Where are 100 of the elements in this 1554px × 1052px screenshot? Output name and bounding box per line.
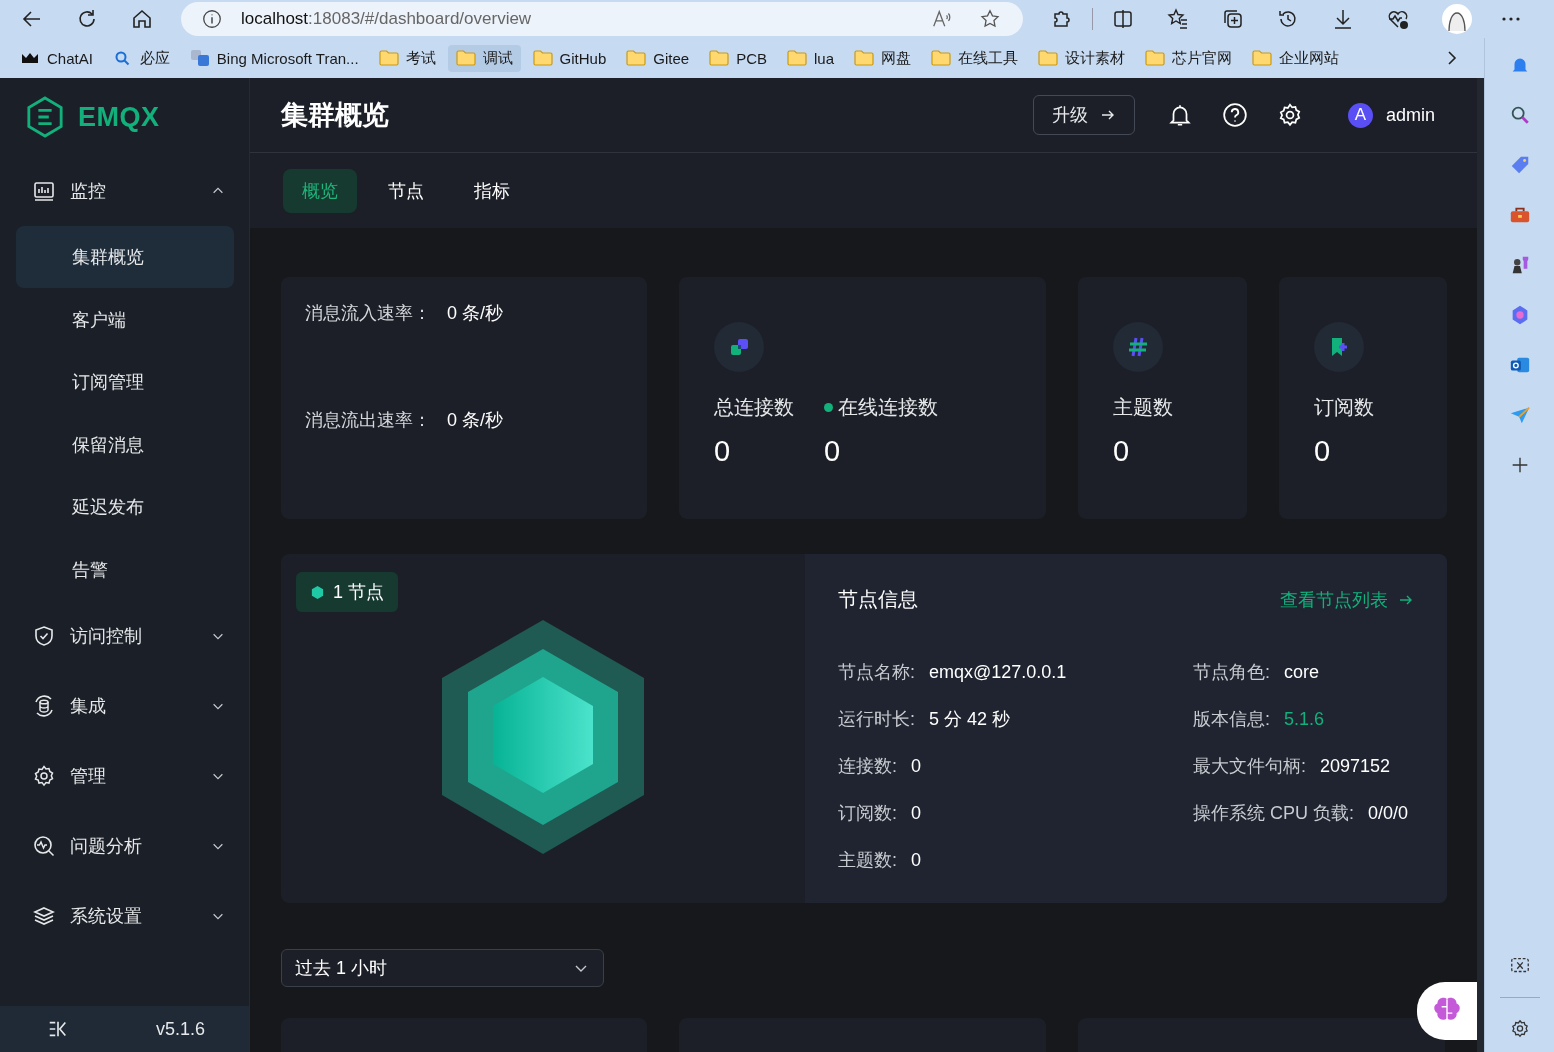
monitor-icon [32, 179, 56, 203]
menu-item[interactable]: 集群概览 [16, 226, 234, 288]
folder-icon [709, 50, 730, 66]
rate-value: 0 条/秒 [447, 409, 503, 432]
field-label: 操作系统 CPU 负载: [1193, 802, 1354, 825]
bookmark[interactable]: 考试 [370, 44, 444, 72]
user-name[interactable]: admin [1385, 104, 1435, 126]
page-title: 集群概览 [281, 99, 389, 132]
stat-value: 0 [1314, 435, 1332, 468]
gear-icon [32, 763, 56, 788]
panel-title: 节点信息 [838, 587, 918, 612]
field-value: core [1284, 661, 1320, 683]
folder-icon [626, 50, 647, 66]
database-icon [32, 693, 56, 718]
url-path: :18083/#/dashboard/overview [308, 9, 532, 29]
field-value: 5.1.6 [1284, 708, 1325, 730]
home-icon[interactable] [130, 7, 154, 31]
folder-icon [1038, 50, 1058, 66]
bookmark[interactable]: 必应 [104, 44, 178, 72]
menu-group[interactable]: 管理 [0, 740, 249, 811]
bookmark-plus-icon [1314, 322, 1364, 372]
menu-item[interactable]: 保留消息 [16, 413, 234, 476]
field-label: 订阅数: [838, 802, 897, 825]
bookmark[interactable]: 企业网站 [1244, 44, 1347, 72]
menu-group[interactable]: 监控 [0, 156, 249, 226]
assistant-button[interactable] [1417, 982, 1477, 1040]
bookmark[interactable]: PCB [701, 45, 775, 71]
stat-value: 0 [714, 435, 732, 468]
tab[interactable]: 概览 [283, 168, 357, 213]
field-label: 最大文件句柄: [1193, 755, 1306, 778]
bookmark[interactable]: GitHub [524, 45, 615, 71]
bookmark[interactable]: 在线工具 [923, 44, 1026, 72]
menu-group[interactable]: 访问控制 [0, 600, 249, 671]
scrollbar[interactable] [1477, 78, 1484, 1052]
upgrade-button[interactable]: 升级 [1032, 95, 1135, 135]
menu-item[interactable]: 延迟发布 [16, 476, 234, 539]
tab[interactable]: 指标 [455, 168, 529, 213]
bookmark[interactable]: ChatAI [12, 45, 101, 71]
field-label: 运行时长: [838, 708, 915, 731]
stat-label: 在线连接数 [838, 395, 938, 420]
node-list-link[interactable]: 查看节点列表 [1280, 587, 1414, 612]
menu-item[interactable]: 订阅管理 [16, 351, 234, 414]
folder-icon [455, 50, 476, 66]
field-value: 0/0/0 [1368, 802, 1409, 824]
stat-label: 主题数 [1113, 395, 1173, 420]
folder-icon [1145, 50, 1165, 66]
logo-icon [26, 96, 64, 138]
field-value: 0 [911, 849, 922, 871]
field-value: emqx@127.0.0.1 [929, 661, 1067, 683]
star-icon[interactable] [979, 8, 1001, 30]
bookmark[interactable]: 设计素材 [1030, 44, 1133, 72]
folder-icon [1252, 50, 1272, 66]
field-label: 主题数: [838, 849, 897, 872]
menu-group[interactable]: 系统设置 [0, 880, 249, 951]
version-label: v5.1.6 [155, 1018, 205, 1040]
rate-label: 消息流出速率： [305, 409, 431, 432]
bookmark[interactable]: 调试 [447, 44, 521, 72]
split-screen-icon[interactable] [1111, 7, 1135, 31]
folder-icon [786, 50, 807, 66]
field-label: 节点名称: [838, 661, 915, 684]
folder-icon [532, 50, 553, 66]
time-range-select[interactable]: 过去 1 小时 [281, 949, 604, 987]
url-host: localhost [241, 9, 309, 29]
connections-icon [714, 322, 764, 372]
menu-group[interactable]: 问题分析 [0, 810, 249, 881]
bookmark[interactable]: Gitee [618, 45, 698, 71]
field-value: 0 [911, 802, 922, 824]
favorites-icon[interactable] [1166, 7, 1190, 31]
magnifier-pulse-icon [32, 833, 56, 858]
info-icon[interactable] [201, 8, 223, 30]
field-label: 连接数: [838, 755, 897, 778]
folder-icon [931, 50, 951, 66]
user-avatar[interactable]: A [1347, 102, 1373, 128]
menu-item[interactable]: 告警 [16, 538, 234, 601]
node-count-badge: 1 节点 [296, 572, 398, 612]
field-value: 0 [911, 755, 922, 777]
shield-icon [32, 623, 56, 648]
address-bar[interactable]: localhost:18083/#/dashboard/overview [181, 2, 1023, 36]
help-icon[interactable] [1221, 102, 1248, 128]
stat-label: 总连接数 [714, 395, 794, 420]
menu-group[interactable]: 集成 [0, 670, 249, 741]
folder-icon [854, 50, 874, 66]
rate-label: 消息流入速率： [305, 302, 431, 325]
stat-label: 订阅数 [1314, 395, 1374, 420]
menu-item[interactable]: 客户端 [16, 288, 234, 351]
profile-avatar-icon[interactable] [1441, 3, 1473, 35]
collections-icon[interactable] [1221, 7, 1245, 31]
field-label: 版本信息: [1193, 708, 1270, 731]
bookmark[interactable]: 芯片官网 [1137, 44, 1240, 72]
stat-value: 0 [1113, 435, 1131, 468]
field-label: 节点角色: [1193, 661, 1270, 684]
field-value: 2097152 [1320, 755, 1391, 777]
stat-value: 0 [824, 435, 842, 468]
bookmark[interactable]: 网盘 [846, 44, 919, 72]
tab[interactable]: 节点 [369, 168, 443, 213]
bookmark[interactable]: Bing Microsoft Tran... [181, 45, 367, 71]
logo-text: EMQX [78, 101, 160, 133]
field-value: 5 分 42 秒 [929, 708, 1011, 731]
bookmark[interactable]: lua [778, 45, 842, 71]
rate-value: 0 条/秒 [447, 302, 503, 325]
